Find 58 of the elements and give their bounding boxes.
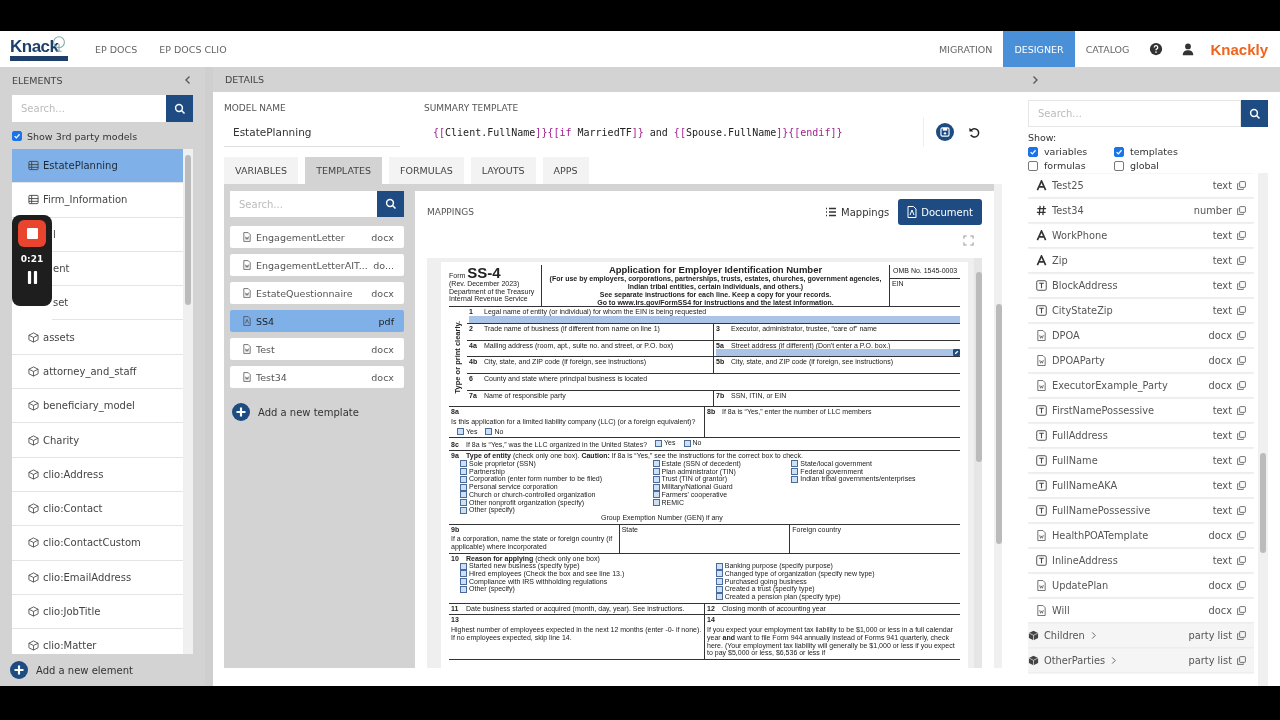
library-item[interactable]: ExecutorExample_Party docx [1028, 374, 1254, 398]
library-item[interactable]: Test25 text [1028, 174, 1254, 198]
tab[interactable]: LAYOUTS [470, 157, 536, 184]
form-title: Application for Employer Identification Number [608, 265, 823, 276]
library-item[interactable]: Children party list [1028, 624, 1254, 648]
checkbox-label: variables [1044, 146, 1088, 157]
library-item[interactable]: FullNamePossessive text [1028, 499, 1254, 523]
template-item[interactable]: Test docx [230, 338, 404, 360]
library-item[interactable]: UpdatePlan docx [1028, 574, 1254, 598]
library-item[interactable]: Will docx [1028, 599, 1254, 623]
search-field[interactable]: Search... [230, 191, 377, 217]
checkbox-label: Show 3rd party models [27, 130, 138, 142]
search-field[interactable]: Search... [1028, 100, 1241, 127]
library-item[interactable]: BlockAddress text [1028, 274, 1254, 298]
tab[interactable]: APPS [542, 157, 589, 184]
library-item[interactable]: HealthPOATemplate docx [1028, 524, 1254, 548]
tab[interactable]: VARIABLES [224, 157, 299, 184]
search-field[interactable]: Search... [12, 95, 166, 122]
element-item[interactable]: EstatePlanning [12, 149, 183, 184]
template-item[interactable]: EstateQuestionnaire docx [230, 282, 404, 304]
library-item[interactable]: DPOAParty docx [1028, 349, 1254, 373]
tab[interactable]: FORMULAS [389, 157, 464, 184]
template-item[interactable]: EngagementLetterAIT... do... [230, 254, 404, 276]
library-item[interactable]: InlineAddress text [1028, 549, 1254, 573]
summary-template-field[interactable]: {[Client.FullName]}{[if MarriedTF]} and {[Spouse.FullName]}{[endif]} [424, 117, 924, 147]
field-label: MODEL NAME [224, 103, 287, 113]
checkbox-label: formulas [1044, 160, 1086, 171]
library-item[interactable]: WorkPhone text [1028, 224, 1254, 248]
template-item[interactable]: Test34 docx [230, 366, 404, 388]
add-template-link[interactable]: Add a new template [258, 406, 359, 418]
library-item[interactable]: FullAddress text [1028, 424, 1254, 448]
knack-logo[interactable]: Knack [10, 31, 70, 67]
checkbox-label: global [1130, 160, 1159, 171]
view-toggle[interactable]: Document [898, 199, 982, 225]
nav-tab[interactable]: EP DOCS [84, 31, 149, 67]
template-item[interactable]: EngagementLetter docx [230, 226, 404, 248]
panel-title: ELEMENTS [12, 74, 63, 86]
library-item[interactable]: FirstNamePossessive text [1028, 399, 1254, 423]
nav-tab[interactable]: CATALOG [1074, 31, 1141, 67]
library-item[interactable]: OtherParties party list [1028, 649, 1254, 673]
recording-time: 0:21 [20, 254, 44, 264]
nav-tab[interactable]: MIGRATION [927, 31, 1004, 67]
add-element-link[interactable]: Add a new element [36, 664, 133, 676]
library-item[interactable]: Zip text [1028, 249, 1254, 273]
filter-label: Show: [1028, 132, 1058, 143]
checkbox-label: templates [1130, 146, 1178, 157]
section-title: MAPPINGS [427, 207, 474, 217]
template-item[interactable]: SS4 pdf [230, 310, 404, 332]
panel-title: DETAILS [225, 74, 264, 85]
library-item[interactable]: Test34 number [1028, 199, 1254, 223]
library-item[interactable]: FullName text [1028, 449, 1254, 473]
tab[interactable]: TEMPLATES [305, 157, 382, 184]
library-item[interactable]: FullNameAKA text [1028, 474, 1254, 498]
form-number: SS-4 [467, 265, 501, 280]
library-item[interactable]: CityStateZip text [1028, 299, 1254, 323]
nav-tab[interactable]: EP DOCS CLIO [148, 31, 238, 67]
library-item[interactable]: DPOA docx [1028, 324, 1254, 348]
field-label: SUMMARY TEMPLATE [424, 103, 520, 113]
